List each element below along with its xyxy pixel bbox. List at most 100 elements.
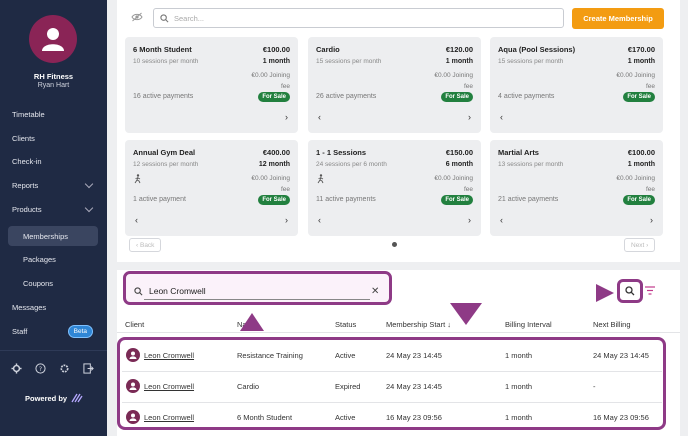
sidebar-item-staff[interactable]: Staff Beta: [0, 321, 107, 341]
table-row[interactable]: Leon Cromwell 6 Month Student Active 16 …: [120, 403, 660, 431]
filter-icon[interactable]: [645, 286, 655, 297]
sidebar-item-products[interactable]: Products: [0, 199, 107, 219]
help-icon[interactable]: ?: [34, 362, 47, 375]
sidebar-item-label: Timetable: [12, 109, 45, 119]
card-name: Martial Arts: [498, 148, 539, 157]
client-link[interactable]: Leon Cromwell: [144, 351, 194, 360]
next-billing: 16 May 23 09:56: [593, 413, 649, 422]
joining-fee-line: €0.00 Joining: [251, 72, 290, 79]
card-price: €100.00: [262, 45, 290, 54]
column-header-status[interactable]: Status: [335, 320, 356, 329]
card-name: 6 Month Student: [133, 45, 192, 54]
settings-icon[interactable]: [58, 362, 71, 375]
input-underline: [144, 299, 370, 300]
card-period: 1 month: [262, 58, 290, 65]
search-placeholder: Search...: [174, 13, 205, 23]
avatar: [126, 410, 140, 424]
chevron-left-icon[interactable]: ‹: [318, 215, 321, 225]
card-name: Cardio: [316, 45, 340, 54]
joining-fee-line: fee: [645, 83, 655, 90]
sidebar-item-label: Packages: [23, 254, 56, 264]
chevron-right-icon[interactable]: ›: [285, 215, 288, 225]
next-billing: -: [593, 382, 596, 391]
card-price: €100.00: [627, 148, 655, 157]
user-icon: [129, 351, 137, 359]
next-button[interactable]: Next ›: [624, 238, 656, 252]
status-text: Active: [335, 413, 356, 422]
sidebar-item-label: Messages: [12, 302, 47, 312]
client-search-value: Leon Cromwell: [149, 286, 206, 296]
card-price: €400.00: [262, 148, 290, 157]
sidebar-item-label: Clients: [12, 133, 35, 143]
client-link[interactable]: Leon Cromwell: [144, 382, 194, 391]
sidebar-item-check-in[interactable]: Check-in: [0, 151, 107, 171]
close-icon[interactable]: ✕: [371, 286, 379, 297]
joining-fee-line: €0.00 Joining: [434, 175, 473, 182]
sidebar-footer-icons: ?: [10, 362, 95, 375]
avatar: [126, 348, 140, 362]
membership-card[interactable]: 6 Month Student €100.00 10 sessions per …: [125, 37, 298, 133]
card-payments: 16 active payments: [133, 93, 194, 100]
sidebar-item-memberships[interactable]: Memberships: [8, 226, 98, 246]
membership-card[interactable]: Aqua (Pool Sessions) €170.00 15 sessions…: [490, 37, 663, 133]
card-period: 6 month: [445, 161, 473, 168]
search-icon: [625, 286, 635, 296]
joining-fee-line: €0.00 Joining: [616, 72, 655, 79]
page-indicator[interactable]: [392, 242, 397, 247]
card-price: €150.00: [445, 148, 473, 157]
back-button[interactable]: ‹ Back: [129, 238, 162, 252]
avatar[interactable]: [29, 15, 77, 63]
column-header-membership-start[interactable]: Membership Start ↓: [386, 320, 451, 329]
membership-card[interactable]: Annual Gym Deal €400.00 12 sessions per …: [125, 140, 298, 236]
beta-badge: Beta: [67, 325, 93, 338]
client-link[interactable]: Leon Cromwell: [144, 413, 194, 422]
sidebar-item-label: Check-in: [12, 156, 42, 166]
card-price: €170.00: [627, 45, 655, 54]
chevron-left-icon[interactable]: ‹: [135, 215, 138, 225]
for-sale-badge: For Sale: [441, 92, 473, 102]
chevron-right-icon[interactable]: ›: [468, 215, 471, 225]
card-period: 1 month: [445, 58, 473, 65]
membership-search-input[interactable]: Search...: [153, 8, 564, 28]
gear-icon[interactable]: [10, 362, 23, 375]
sidebar-item-packages[interactable]: Packages: [0, 249, 107, 269]
sidebar-item-clients[interactable]: Clients: [0, 128, 107, 148]
user-name: Ryan Hart: [37, 82, 70, 89]
membership-card[interactable]: Cardio €120.00 15 sessions per month 1 m…: [308, 37, 481, 133]
card-period: 1 month: [627, 161, 655, 168]
sidebar-item-timetable[interactable]: Timetable: [0, 104, 107, 124]
card-period: 1 month: [627, 58, 655, 65]
joining-fee-line: fee: [280, 83, 290, 90]
card-joining-fee: €0.00 Joining fee: [585, 173, 655, 195]
table-row[interactable]: Leon Cromwell Cardio Expired 24 May 23 1…: [120, 372, 660, 400]
running-person-icon: [316, 174, 326, 186]
sidebar-item-messages[interactable]: Messages: [0, 297, 107, 317]
card-joining-fee: €0.00 Joining fee: [220, 173, 290, 195]
card-name: 1 - 1 Sessions: [316, 148, 367, 157]
chevron-left-icon[interactable]: ‹: [500, 215, 503, 225]
column-header-next-billing[interactable]: Next Billing: [593, 320, 631, 329]
card-sessions: 24 sessions per 6 month: [316, 161, 387, 168]
chevron-left-icon[interactable]: ‹: [500, 112, 503, 122]
client-search-input[interactable]: Leon Cromwell: [134, 282, 384, 300]
chevron-left-icon[interactable]: ‹: [318, 112, 321, 122]
highlight-arrow: [450, 303, 482, 325]
column-header-client[interactable]: Client: [125, 320, 144, 329]
create-membership-button[interactable]: Create Membership: [572, 8, 664, 29]
sidebar-item-reports[interactable]: Reports: [0, 175, 107, 195]
membership-name: 6 Month Student: [237, 413, 293, 422]
chevron-right-icon[interactable]: ›: [468, 112, 471, 122]
membership-card[interactable]: Martial Arts €100.00 13 sessions per mon…: [490, 140, 663, 236]
column-header-billing-interval[interactable]: Billing Interval: [505, 320, 552, 329]
logout-icon[interactable]: [82, 362, 95, 375]
chevron-down-icon: [84, 179, 94, 189]
table-row[interactable]: Leon Cromwell Resistance Training Active…: [120, 341, 660, 369]
hide-icon[interactable]: [131, 12, 143, 24]
membership-card[interactable]: 1 - 1 Sessions €150.00 24 sessions per 6…: [308, 140, 481, 236]
card-price: €120.00: [445, 45, 473, 54]
chevron-right-icon[interactable]: ›: [285, 112, 288, 122]
search-button[interactable]: [617, 279, 643, 303]
sidebar-item-coupons[interactable]: Coupons: [0, 273, 107, 293]
sidebar-item-label: Products: [12, 204, 42, 214]
chevron-right-icon[interactable]: ›: [650, 215, 653, 225]
